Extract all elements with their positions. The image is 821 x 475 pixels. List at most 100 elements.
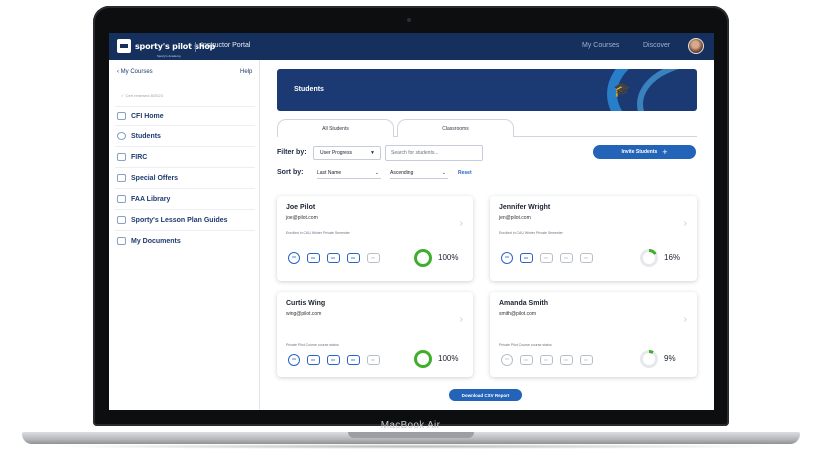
student-name: Jennifer Wright: [499, 204, 551, 211]
divider: [115, 209, 255, 210]
student-card[interactable]: Joe Pilot joe@pilot.com Enrolled in CAU …: [277, 196, 473, 281]
chart-icon: [540, 355, 553, 365]
calendar-icon: [347, 253, 360, 263]
sidebar-item-students[interactable]: Students: [117, 130, 161, 142]
progress-ring: [640, 249, 658, 267]
chevron-right-icon[interactable]: ›: [684, 314, 687, 325]
divider: [115, 106, 255, 107]
sidebar-item-lesson-plan-guides[interactable]: Sporty's Lesson Plan Guides: [117, 214, 228, 226]
page-banner: 🎓 Students: [277, 69, 697, 111]
cert-status: ✓ Cert renewed 8/2023: [121, 93, 163, 98]
invite-students-button[interactable]: Invite Students +: [593, 145, 696, 159]
device-label: MacBook Air: [380, 420, 441, 431]
eye-icon: [580, 253, 593, 263]
sort-label: Sort by:: [277, 169, 304, 176]
logo-icon: [117, 39, 131, 53]
filter-select[interactable]: User Progress ▼: [313, 146, 381, 160]
chart-icon: [327, 355, 340, 365]
eye-icon: [367, 253, 380, 263]
student-email: smith@pilot.com: [499, 311, 537, 317]
search-field[interactable]: [391, 150, 481, 156]
nav-discover[interactable]: Discover: [643, 42, 670, 49]
sort-select[interactable]: Last Name ⌄: [317, 167, 381, 179]
course-status-icons: [501, 252, 593, 264]
reset-link[interactable]: Reset: [458, 170, 472, 176]
student-name: Joe Pilot: [286, 204, 316, 211]
order-select[interactable]: Ascending ⌄: [390, 167, 448, 179]
chevron-right-icon[interactable]: ›: [460, 218, 463, 229]
progress-percent: 9%: [664, 354, 676, 363]
tab-all-students[interactable]: All Students: [277, 119, 394, 137]
sidebar-item-label: FIRC: [131, 153, 148, 161]
camera-dot: [407, 18, 411, 22]
divider: [115, 188, 255, 189]
propeller-icon: [501, 252, 513, 264]
calendar-icon: [560, 355, 573, 365]
app-screen: sporty's pilot shop Sporty's Academy Ins…: [109, 33, 714, 410]
plane-icon: [520, 253, 533, 263]
laptop-notch: [348, 432, 474, 438]
nav-my-courses[interactable]: My Courses: [582, 42, 619, 49]
plane-icon: [520, 355, 533, 365]
sidebar-item-special-offers[interactable]: Special Offers: [117, 172, 178, 184]
student-name: Amanda Smith: [499, 300, 549, 307]
sidebar-item-label: Special Offers: [131, 174, 179, 182]
propeller-icon: [288, 354, 300, 366]
chevron-right-icon[interactable]: ›: [460, 314, 463, 325]
student-card[interactable]: Jennifer Wright jen@pilot.com Enrolled i…: [490, 196, 697, 281]
sidebar-item-cfi-home[interactable]: CFI Home: [117, 110, 164, 122]
help-link[interactable]: Help: [240, 69, 252, 75]
avatar[interactable]: [688, 38, 704, 54]
progress-percent: 16%: [664, 253, 681, 262]
divider: [115, 146, 255, 147]
sidebar-item-firc[interactable]: FIRC: [117, 151, 147, 163]
logo-subtext: Sporty's Academy: [157, 54, 181, 58]
divider: [115, 230, 255, 231]
progress-ring: [414, 249, 432, 267]
progress-percent: 100%: [438, 354, 459, 363]
sidebar-item-label: Sporty's Lesson Plan Guides: [131, 216, 228, 224]
sort-select-value: Last Name: [317, 169, 342, 176]
divider: [115, 167, 255, 168]
chevron-down-icon: ⌄: [374, 170, 379, 176]
progress-ring: [640, 350, 658, 368]
chevron-right-icon[interactable]: ›: [684, 218, 687, 229]
eye-icon: [367, 355, 380, 365]
search-input[interactable]: [385, 145, 483, 161]
sidebar: ‹ My Courses Help ✓ Cert renewed 8/2023 …: [109, 60, 260, 410]
tab-classrooms[interactable]: Classrooms: [397, 119, 514, 137]
progress-ring: [414, 350, 432, 368]
eye-icon: [580, 355, 593, 365]
plane-icon: [307, 253, 320, 263]
student-email: wing@pilot.com: [286, 311, 322, 317]
caret-down-icon: ▼: [370, 150, 375, 156]
divider: [115, 125, 255, 126]
filter-select-value: User Progress: [320, 150, 352, 156]
plane-icon: [307, 355, 320, 365]
graduation-cap-icon: [117, 132, 126, 140]
page-title: Students: [294, 86, 324, 93]
top-bar: sporty's pilot shop Sporty's Academy Ins…: [109, 33, 714, 60]
invite-students-label: Invite Students: [621, 149, 658, 155]
back-link[interactable]: ‹ My Courses: [117, 69, 153, 75]
student-email: jen@pilot.com: [499, 215, 531, 221]
plus-icon: +: [662, 146, 668, 157]
laptop-shadow: [40, 444, 782, 449]
order-select-value: Ascending: [390, 169, 414, 176]
course-status-icons: [288, 252, 380, 264]
graduation-cap-icon: 🎓: [613, 81, 631, 97]
sidebar-item-faa-library[interactable]: FAA Library: [117, 193, 170, 205]
divider: [195, 42, 196, 52]
download-csv-button[interactable]: Download CSV Report: [449, 389, 522, 401]
student-card[interactable]: Curtis Wing wing@pilot.com Private Pilot…: [277, 292, 473, 377]
book-icon: [117, 195, 126, 203]
student-card[interactable]: Amanda Smith smith@pilot.com Private Pil…: [490, 292, 697, 377]
propeller-icon: [288, 252, 300, 264]
certificate-icon: [117, 153, 126, 161]
course-status-icons: [501, 354, 593, 366]
chevron-down-icon: ⌄: [441, 170, 446, 176]
cert-status-text: Cert renewed 8/2023: [125, 93, 163, 98]
sidebar-item-my-documents[interactable]: My Documents: [117, 235, 181, 247]
book-icon: [117, 216, 126, 224]
student-name: Curtis Wing: [286, 300, 326, 307]
